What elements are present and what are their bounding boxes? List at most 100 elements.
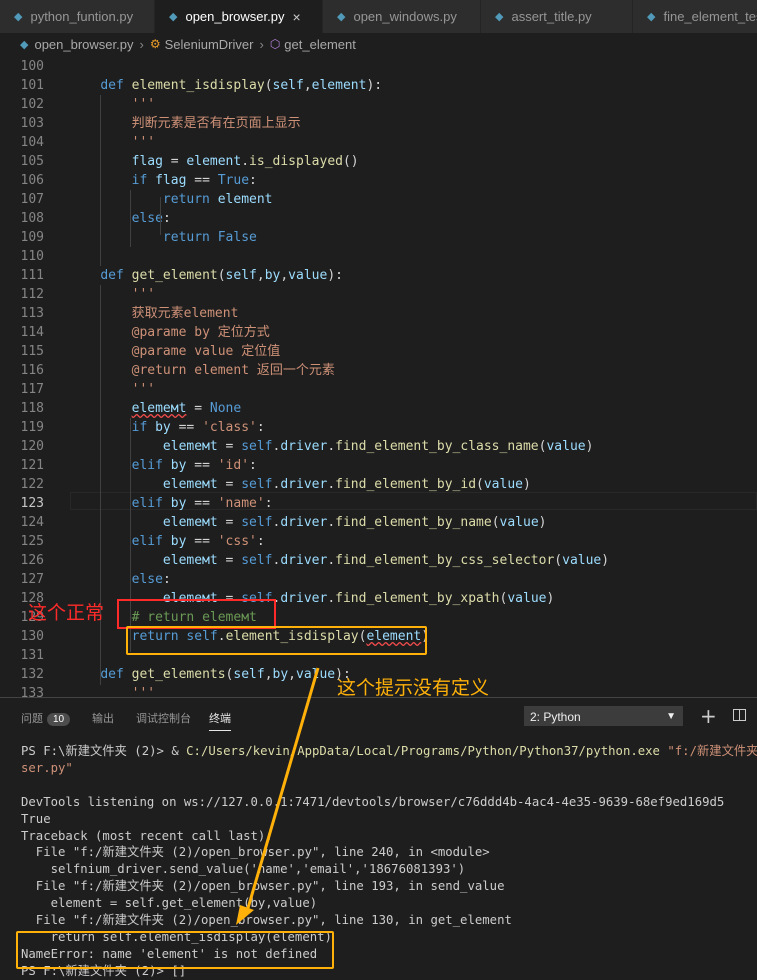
code-text: if by == 'class': (131, 420, 265, 435)
line-number: 107 (20, 192, 44, 207)
code-line[interactable]: 112 ''' (0, 285, 757, 304)
code-line[interactable]: 111 def get_element(self,by,value): (0, 266, 757, 285)
annotation-normal: 这个正常 (28, 602, 105, 624)
line-number: 116 (20, 363, 44, 378)
line-number: 127 (20, 572, 44, 587)
code-text: ''' (131, 686, 156, 697)
close-icon[interactable]: × (292, 9, 300, 25)
line-number: 117 (20, 382, 44, 397)
code-text: 获取元素element (131, 306, 239, 321)
terminal-select[interactable]: 2: Python ▼ (524, 706, 683, 726)
terminal-line: File "f:/新建文件夹 (2)/open_browser.py", lin… (21, 879, 505, 894)
code-line[interactable]: 105 flag = element.is_displayed() (0, 152, 757, 171)
code-text: return False (162, 230, 257, 245)
code-line[interactable]: 109 return False (0, 228, 757, 247)
breadcrumb-method[interactable]: get_element (284, 37, 356, 52)
python-file-icon: ◆ (14, 11, 23, 23)
line-number: 123 (20, 496, 44, 511)
code-line[interactable]: 103 判断元素是否有在页面上显示 (0, 114, 757, 133)
python-file-icon: ◆ (20, 38, 29, 51)
code-line[interactable]: 117 ''' (0, 380, 757, 399)
annotation-undefined: 这个提示没有定义 (337, 677, 490, 699)
code-line[interactable]: 120 elemeмt = self.driver.find_element_b… (0, 437, 757, 456)
terminal-line: File "f:/新建文件夹 (2)/open_browser.py", lin… (21, 845, 490, 860)
code-line[interactable]: 108 else: (0, 209, 757, 228)
tab-python-funtion-py[interactable]: ◆ python_funtion.py (0, 0, 155, 33)
tab-assert-title-py[interactable]: ◆ assert_title.py (481, 0, 633, 33)
line-number: 101 (20, 78, 44, 93)
code-line[interactable]: 119 if by == 'class': (0, 418, 757, 437)
code-line[interactable]: 125 elif by == 'css': (0, 532, 757, 551)
terminal-line: selfnium_driver.send_value('name','email… (21, 862, 466, 877)
problems-count-badge: 10 (47, 713, 71, 726)
breadcrumb-file[interactable]: open_browser.py (34, 37, 133, 52)
code-line[interactable]: 122 elemeмt = self.driver.find_element_b… (0, 475, 757, 494)
tab-label: open_windows.py (353, 9, 457, 24)
breadcrumb: ◆ open_browser.py › ⚙ SeleniumDriver › ⬡… (0, 33, 757, 55)
tab-open-windows-py[interactable]: ◆ open_windows.py (323, 0, 481, 33)
code-line[interactable]: 126 elemeмt = self.driver.find_element_b… (0, 551, 757, 570)
code-text: elif by == 'css': (131, 534, 265, 549)
terminal-line: ser.py" (21, 760, 73, 775)
code-text: ''' (131, 97, 156, 112)
code-text: elif by == 'id': (131, 458, 257, 473)
code-line[interactable]: 116 @return element 返回一个元素 (0, 361, 757, 380)
code-line[interactable]: 118 elemeмt = None (0, 399, 757, 418)
split-terminal-icon[interactable] (733, 709, 746, 721)
new-terminal-icon[interactable]: + (700, 704, 717, 728)
code-line[interactable]: 121 elif by == 'id': (0, 456, 757, 475)
code-text: ''' (131, 382, 156, 397)
code-line[interactable]: 114 @parame by 定位方式 (0, 323, 757, 342)
code-line[interactable]: 124 elemeмt = self.driver.find_element_b… (0, 513, 757, 532)
tab-label: python_funtion.py (30, 9, 134, 24)
line-number: 114 (20, 325, 44, 340)
line-number: 109 (20, 230, 44, 245)
code-line[interactable]: 110 (0, 247, 757, 266)
code-line[interactable]: 115 @parame value 定位值 (0, 342, 757, 361)
code-line[interactable]: 128 elemeмt = self.driver.find_element_b… (0, 589, 757, 608)
code-line[interactable]: 107 return element (0, 190, 757, 209)
code-text: elemeмt = self.driver.find_element_by_id… (162, 477, 531, 492)
tab-debug-console[interactable]: 调试控制台 (136, 710, 191, 726)
code-line[interactable]: 127 else: (0, 570, 757, 589)
terminal-line: element = self.get_element(by,value) (21, 896, 318, 911)
terminal-line: Traceback (most recent call last): (21, 828, 273, 843)
code-text: elemeмt = self.driver.find_element_by_na… (162, 515, 547, 530)
python-file-icon: ◆ (337, 11, 346, 23)
breadcrumb-class[interactable]: SeleniumDriver (165, 37, 254, 52)
tab-problems-label: 问题 (21, 713, 43, 725)
tab-open-browser-py[interactable]: ◆ open_browser.py × (155, 0, 323, 33)
code-line[interactable]: 129 # return elemeмt (0, 608, 757, 627)
line-number: 126 (20, 553, 44, 568)
code-line[interactable]: 113 获取元素element (0, 304, 757, 323)
code-line[interactable]: 100 (0, 57, 757, 76)
code-line[interactable]: 104 ''' (0, 133, 757, 152)
line-number: 132 (20, 667, 44, 682)
line-number: 130 (20, 629, 44, 644)
line-number: 112 (20, 287, 44, 302)
line-number: 104 (20, 135, 44, 150)
tab-output[interactable]: 输出 (92, 710, 114, 726)
chevron-right-icon: › (259, 36, 264, 52)
line-number: 108 (20, 211, 44, 226)
tab-terminal[interactable]: 终端 (209, 710, 231, 731)
red-highlight-box (117, 599, 276, 629)
line-number: 111 (20, 268, 44, 283)
code-text: def get_elements(self,by,value): (100, 667, 351, 682)
line-number: 124 (20, 515, 44, 530)
code-line[interactable]: 106 if flag == True: (0, 171, 757, 190)
line-number: 103 (20, 116, 44, 131)
line-number: 121 (20, 458, 44, 473)
code-text: ''' (131, 135, 156, 150)
tab-fine-element-tes[interactable]: ◆ fine_element_tes (633, 0, 757, 33)
yellow-highlight-box-code (126, 626, 427, 655)
code-text: 判断元素是否有在页面上显示 (131, 116, 301, 131)
code-editor[interactable]: 100 101 def element_isdisplay(self,elemen… (0, 55, 757, 697)
code-line[interactable]: 101 def element_isdisplay(self,element): (0, 76, 757, 95)
tab-problems[interactable]: 问题 10 (21, 710, 71, 726)
code-line[interactable]: 102 ''' (0, 95, 757, 114)
line-number: 106 (20, 173, 44, 188)
code-line[interactable]: 123 elif by == 'name': (0, 494, 757, 513)
code-text: elemeмt = self.driver.find_element_by_cl… (162, 439, 594, 454)
